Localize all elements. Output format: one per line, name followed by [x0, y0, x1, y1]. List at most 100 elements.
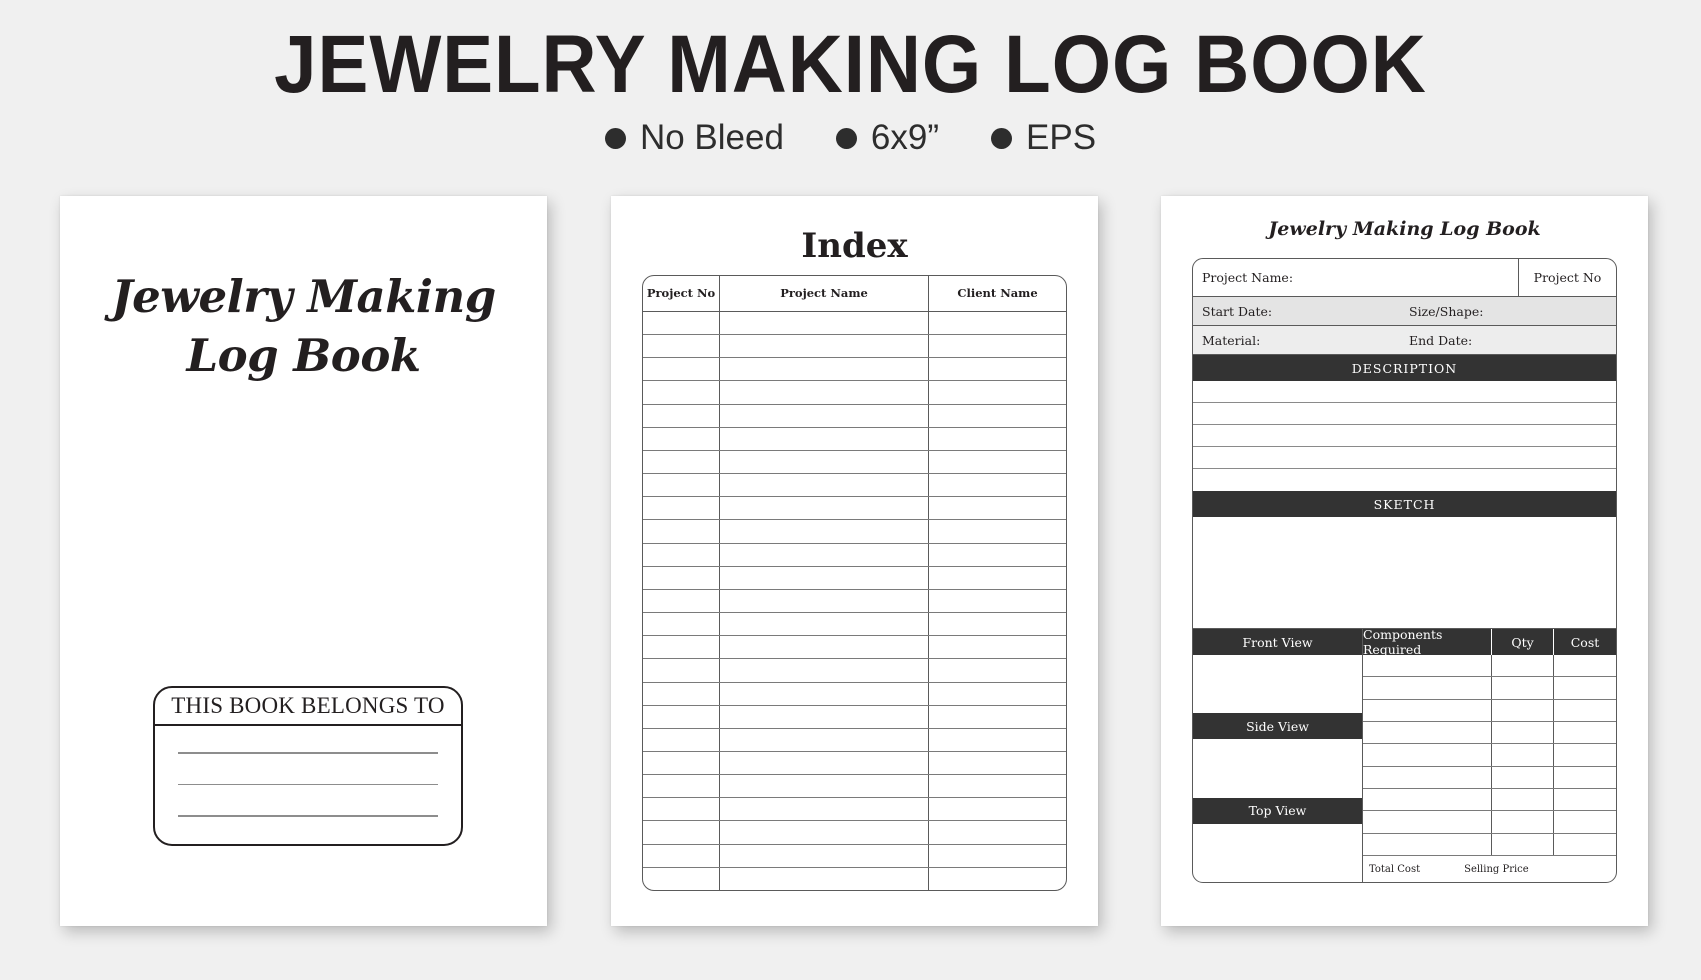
index-table-cell[interactable]: [928, 844, 1066, 867]
index-table-row[interactable]: [643, 636, 1066, 660]
index-table-cell[interactable]: [928, 566, 1066, 589]
index-table-cell[interactable]: [928, 682, 1066, 705]
index-table-row[interactable]: [643, 775, 1066, 799]
write-line[interactable]: [178, 815, 438, 817]
index-table-cell[interactable]: [643, 567, 719, 589]
components-table-cell[interactable]: [1363, 677, 1492, 699]
index-table-cell[interactable]: [719, 821, 928, 844]
components-table-cell[interactable]: [1492, 699, 1554, 721]
components-table-cell[interactable]: [1554, 655, 1616, 676]
material-field[interactable]: Material:: [1193, 333, 1405, 348]
index-table-row[interactable]: [643, 474, 1066, 498]
index-table-cell[interactable]: [928, 613, 1066, 636]
components-table-row[interactable]: [1363, 744, 1616, 767]
index-table-row[interactable]: [643, 497, 1066, 521]
index-table-cell[interactable]: [719, 520, 928, 543]
index-table-cell[interactable]: [643, 636, 719, 658]
index-table-cell[interactable]: [928, 867, 1066, 890]
index-table-cell[interactable]: [719, 543, 928, 566]
index-table-cell[interactable]: [928, 751, 1066, 775]
components-table-row[interactable]: [1363, 721, 1616, 745]
index-table-cell[interactable]: [928, 775, 1066, 798]
components-table-cell[interactable]: [1363, 788, 1492, 811]
components-table-cell[interactable]: [1554, 789, 1616, 810]
index-table-cell[interactable]: [643, 312, 719, 334]
index-table-cell[interactable]: [719, 775, 928, 798]
index-table-cell[interactable]: [643, 381, 719, 403]
index-table-cell[interactable]: [719, 682, 928, 705]
index-table-row[interactable]: [643, 798, 1066, 822]
index-table-cell[interactable]: [719, 381, 928, 404]
index-table-cell[interactable]: [719, 659, 928, 682]
front-view-area[interactable]: [1193, 655, 1362, 713]
index-table-row[interactable]: [643, 381, 1066, 405]
index-table-row[interactable]: [643, 589, 1066, 614]
index-table-cell[interactable]: [928, 335, 1066, 358]
index-table-row[interactable]: [643, 728, 1066, 752]
components-table-cell[interactable]: [1492, 811, 1554, 833]
index-table-row[interactable]: [643, 613, 1066, 637]
index-table-cell[interactable]: [643, 775, 719, 797]
index-table-row[interactable]: [643, 682, 1066, 706]
components-table-row[interactable]: [1363, 677, 1616, 700]
components-table-row[interactable]: [1363, 766, 1616, 789]
index-table-cell[interactable]: [719, 497, 928, 520]
index-table-row[interactable]: [643, 659, 1066, 683]
index-table-cell[interactable]: [643, 335, 719, 357]
description-write-line[interactable]: [1193, 425, 1616, 447]
index-table-cell[interactable]: [643, 474, 719, 496]
index-table-cell[interactable]: [719, 312, 928, 335]
components-table-cell[interactable]: [1554, 677, 1616, 698]
index-table-cell[interactable]: [928, 474, 1066, 497]
components-table-cell[interactable]: [1492, 744, 1554, 766]
index-table-cell[interactable]: [928, 659, 1066, 682]
index-table-cell[interactable]: [719, 798, 928, 821]
components-table-cell[interactable]: [1363, 699, 1492, 721]
index-table-cell[interactable]: [643, 798, 719, 820]
index-table-cell[interactable]: [643, 544, 719, 566]
index-table-cell[interactable]: [719, 589, 928, 613]
components-table-cell[interactable]: [1363, 744, 1492, 766]
index-table-row[interactable]: [643, 335, 1066, 359]
selling-price-label[interactable]: Selling Price: [1464, 864, 1529, 875]
components-table-row[interactable]: [1363, 788, 1616, 812]
index-table-row[interactable]: [643, 312, 1066, 336]
index-table-row[interactable]: [643, 705, 1066, 729]
index-table-cell[interactable]: [928, 520, 1066, 543]
description-write-line[interactable]: [1193, 469, 1616, 491]
index-table-cell[interactable]: [928, 705, 1066, 728]
index-table-cell[interactable]: [643, 659, 719, 681]
index-table-cell[interactable]: [928, 381, 1066, 404]
index-table-cell[interactable]: [719, 427, 928, 450]
index-table-row[interactable]: [643, 404, 1066, 428]
index-table-cell[interactable]: [719, 404, 928, 427]
components-table-cell[interactable]: [1363, 721, 1492, 744]
description-write-line[interactable]: [1193, 381, 1616, 403]
index-table-cell[interactable]: [643, 706, 719, 728]
components-table-cell[interactable]: [1363, 811, 1492, 833]
index-table-cell[interactable]: [643, 590, 719, 612]
index-table-cell[interactable]: [643, 358, 719, 380]
end-date-field[interactable]: End Date:: [1405, 333, 1616, 348]
components-table-row[interactable]: [1363, 811, 1616, 834]
components-table-cell[interactable]: [1363, 766, 1492, 788]
description-write-line[interactable]: [1193, 447, 1616, 469]
index-table-row[interactable]: [643, 450, 1066, 475]
components-table-cell[interactable]: [1554, 700, 1616, 721]
index-table-cell[interactable]: [928, 821, 1066, 844]
write-line[interactable]: [178, 752, 438, 754]
components-table-cell[interactable]: [1554, 722, 1616, 743]
index-table-cell[interactable]: [643, 428, 719, 450]
write-line[interactable]: [178, 783, 438, 786]
components-table-cell[interactable]: [1554, 811, 1616, 832]
components-table-row[interactable]: [1363, 699, 1616, 722]
index-table-cell[interactable]: [643, 405, 719, 427]
index-table-cell[interactable]: [928, 798, 1066, 821]
index-table-cell[interactable]: [643, 845, 719, 867]
index-table-cell[interactable]: [928, 404, 1066, 427]
index-table-cell[interactable]: [928, 427, 1066, 450]
size-shape-field[interactable]: Size/Shape:: [1405, 304, 1616, 319]
index-table-row[interactable]: [643, 427, 1066, 451]
components-table-cell[interactable]: [1492, 788, 1554, 811]
index-table-cell[interactable]: [719, 705, 928, 728]
